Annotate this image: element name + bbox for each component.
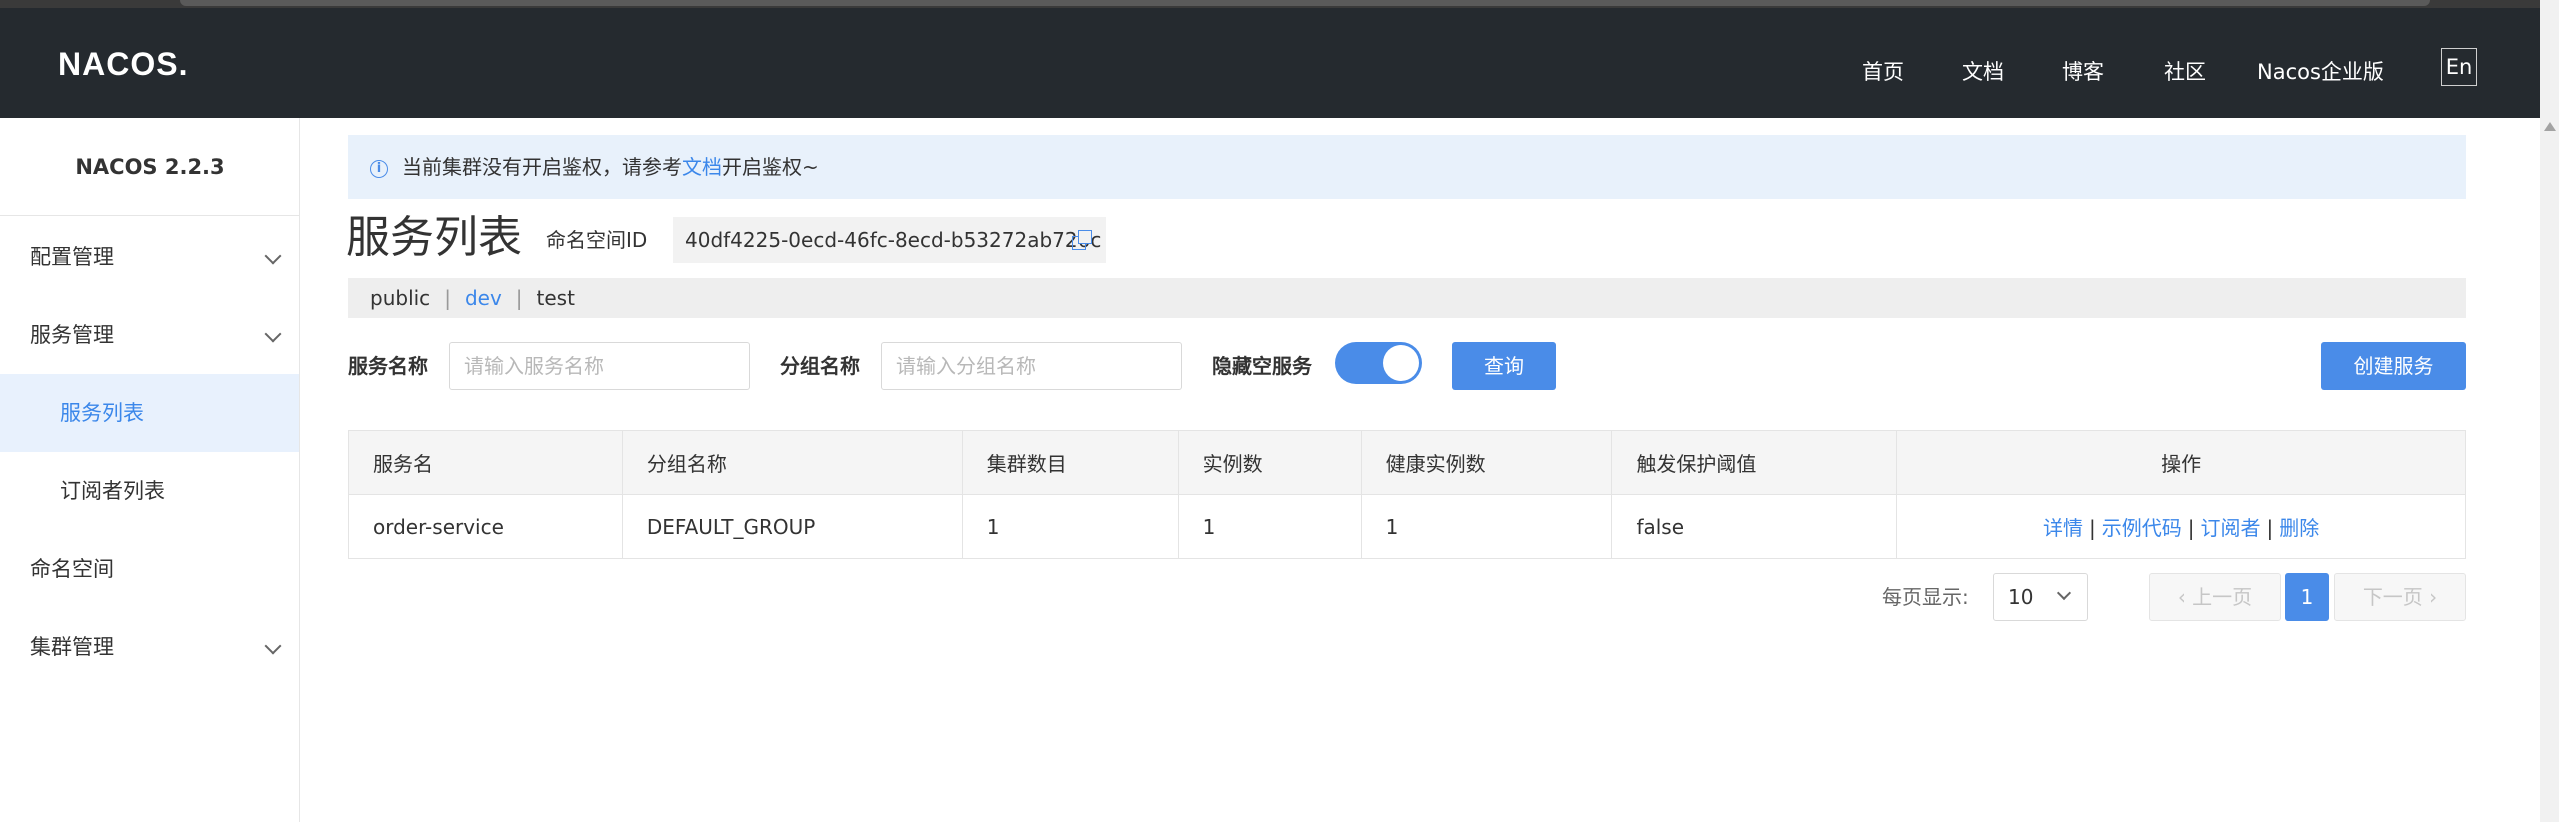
prev-page-label: 上一页 <box>2192 585 2253 609</box>
sidebar-item-label: 集群管理 <box>30 635 114 659</box>
query-button[interactable]: 查询 <box>1452 342 1556 390</box>
column-header: 集群数目 <box>961 430 1179 495</box>
browser-tab-slot <box>180 0 2430 6</box>
chevron-down-icon <box>264 325 282 343</box>
sidebar-item-config-management[interactable]: 配置管理 <box>0 218 299 296</box>
op-separator: | <box>2266 516 2274 540</box>
cell-group-name: DEFAULT_GROUP <box>621 494 963 559</box>
column-header: 操作 <box>1896 430 2466 495</box>
column-header: 健康实例数 <box>1360 430 1613 495</box>
service-name-label: 服务名称 <box>348 354 428 378</box>
top-header: NACOS. 首页 文档 博客 社区 Nacos企业版 En <box>0 8 2540 118</box>
column-header: 触发保护阈值 <box>1611 430 1898 495</box>
page-size-select[interactable]: 10 <box>1993 573 2088 621</box>
delete-link[interactable]: 删除 <box>2279 516 2319 540</box>
current-page-button[interactable]: 1 <box>2285 573 2329 621</box>
op-separator: | <box>2187 516 2195 540</box>
notice-docs-link[interactable]: 文档 <box>682 155 722 179</box>
column-header: 分组名称 <box>621 430 963 495</box>
namespace-id-text: 40df4225-0ecd-46fc-8ecd-b53272ab726c <box>685 228 1102 252</box>
chevron-right-icon: › <box>2422 585 2438 609</box>
tab-separator: | <box>444 286 451 310</box>
namespace-tab-test[interactable]: test <box>537 286 575 310</box>
chevron-left-icon: ‹ <box>2177 585 2193 609</box>
prev-page-button[interactable]: ‹ 上一页 <box>2149 573 2281 621</box>
service-name-input[interactable] <box>449 342 750 390</box>
op-separator: | <box>2089 516 2096 540</box>
chevron-down-icon <box>264 247 282 265</box>
hide-empty-label: 隐藏空服务 <box>1212 354 1312 378</box>
sidebar-item-label: 订阅者列表 <box>60 479 165 503</box>
info-icon: i <box>370 159 388 178</box>
notice-text-suffix: 开启鉴权~ <box>722 155 819 179</box>
page-scrollbar[interactable] <box>2540 0 2559 822</box>
notice-text-prefix: 当前集群没有开启鉴权，请参考 <box>402 155 682 179</box>
sidebar-item-label: 命名空间 <box>30 557 114 581</box>
sidebar: NACOS 2.2.3 配置管理 服务管理 服务列表 订阅者列表 命名空间 集群… <box>0 118 300 822</box>
page-title: 服务列表 <box>346 212 522 263</box>
cell-healthy-count: 1 <box>1360 494 1613 559</box>
sidebar-item-service-list[interactable]: 服务列表 <box>0 374 299 452</box>
cell-operations: 详情 | 示例代码 | 订阅者 | 删除 <box>1896 494 2466 559</box>
next-page-label: 下一页 <box>2362 585 2423 609</box>
detail-link[interactable]: 详情 <box>2043 516 2083 540</box>
group-name-input[interactable] <box>881 342 1182 390</box>
sample-code-link[interactable]: 示例代码 <box>2102 516 2182 540</box>
column-header: 实例数 <box>1177 430 1362 495</box>
nav-docs[interactable]: 文档 <box>1962 52 2004 92</box>
nav-enterprise[interactable]: Nacos企业版 <box>2257 52 2384 92</box>
service-table: 服务名 分组名称 集群数目 实例数 健康实例数 触发保护阈值 操作 order-… <box>348 430 2466 559</box>
sidebar-item-cluster-management[interactable]: 集群管理 <box>0 608 299 686</box>
sidebar-item-service-management[interactable]: 服务管理 <box>0 296 299 374</box>
namespace-tab-public[interactable]: public <box>370 286 430 310</box>
chevron-down-icon <box>264 637 282 655</box>
namespace-tabs: public | dev | test <box>348 278 2466 318</box>
page-size-label: 每页显示: <box>1882 585 1969 609</box>
auth-notice: i 当前集群没有开启鉴权，请参考文档开启鉴权~ <box>348 135 2466 199</box>
sidebar-version: NACOS 2.2.3 <box>0 118 300 216</box>
cell-instance-count: 1 <box>1177 494 1362 559</box>
browser-top-strip <box>0 0 2559 8</box>
cell-service-name: order-service <box>348 494 623 559</box>
nacos-logo[interactable]: NACOS. <box>58 44 188 84</box>
page-size-value: 10 <box>2008 585 2034 609</box>
next-page-button[interactable]: 下一页 › <box>2334 573 2466 621</box>
column-header: 服务名 <box>348 430 623 495</box>
nav-home[interactable]: 首页 <box>1862 52 1904 92</box>
sidebar-item-namespace[interactable]: 命名空间 <box>0 530 299 608</box>
nav-blog[interactable]: 博客 <box>2062 52 2104 92</box>
scroll-up-arrow-icon[interactable] <box>2544 122 2556 131</box>
toggle-knob <box>1383 345 1419 381</box>
subscribers-link[interactable]: 订阅者 <box>2201 516 2261 540</box>
namespace-id-value: 40df4225-0ecd-46fc-8ecd-b53272ab726c <box>673 217 1106 263</box>
nav-community[interactable]: 社区 <box>2164 52 2206 92</box>
sidebar-item-label: 服务列表 <box>60 401 144 425</box>
create-service-button[interactable]: 创建服务 <box>2321 342 2466 390</box>
cell-cluster-count: 1 <box>961 494 1179 559</box>
hide-empty-toggle[interactable] <box>1335 342 1422 384</box>
group-name-label: 分组名称 <box>780 354 860 378</box>
namespace-id-label: 命名空间ID <box>546 228 648 252</box>
table-header-row: 服务名 分组名称 集群数目 实例数 健康实例数 触发保护阈值 操作 <box>348 430 2466 495</box>
table-row: order-service DEFAULT_GROUP 1 1 1 false … <box>348 494 2466 559</box>
cell-protect-threshold: false <box>1611 494 1898 559</box>
language-switch[interactable]: En <box>2441 48 2477 86</box>
tab-separator: | <box>515 286 523 310</box>
chevron-down-icon <box>2056 585 2072 601</box>
sidebar-item-label: 配置管理 <box>30 245 114 269</box>
namespace-tab-dev[interactable]: dev <box>465 286 502 310</box>
sidebar-item-subscriber-list[interactable]: 订阅者列表 <box>0 452 299 530</box>
copy-icon[interactable] <box>1072 230 1092 250</box>
sidebar-item-label: 服务管理 <box>30 323 114 347</box>
